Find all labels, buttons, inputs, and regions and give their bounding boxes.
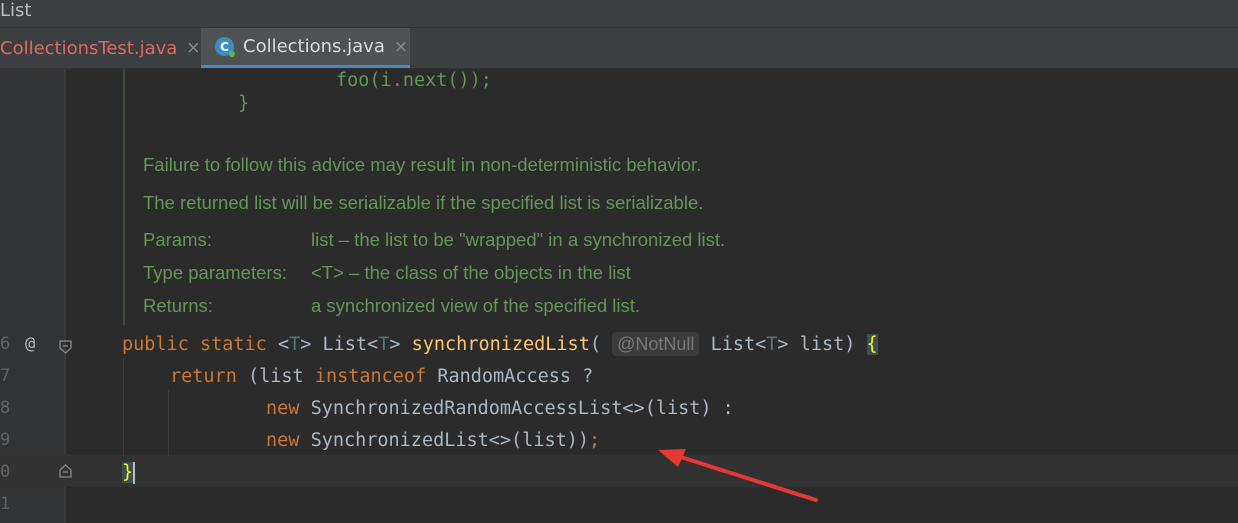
- close-brace: }: [122, 462, 134, 483]
- close-icon[interactable]: ×: [186, 38, 200, 58]
- fold-end-icon[interactable]: [58, 463, 74, 479]
- java-class-icon: C: [215, 37, 235, 57]
- line-number: 8: [0, 398, 11, 418]
- doc-paragraph: Failure to follow this advice may result…: [143, 154, 702, 175]
- line-number: 1: [0, 494, 11, 514]
- line-number: 7: [0, 366, 11, 386]
- editor-tab-bar: CollectionsTest.java × C Collections.jav…: [0, 28, 1238, 69]
- notnull-inlay-hint: @NotNull: [612, 332, 700, 356]
- line-number: 0: [0, 462, 11, 482]
- fold-icon[interactable]: [58, 339, 74, 355]
- window-title: List: [0, 0, 32, 21]
- doc-params-value: list – the list to be "wrapped" in a syn…: [311, 229, 726, 250]
- override-marker-icon[interactable]: @: [25, 328, 35, 360]
- tab-label: CollectionsTest.java: [0, 37, 178, 59]
- doc-paragraph: The returned list will be serializable i…: [143, 192, 704, 213]
- indent-guide: [123, 358, 124, 456]
- doc-params-label: Params:: [143, 229, 212, 250]
- tab-collections-test[interactable]: CollectionsTest.java ×: [0, 28, 201, 68]
- doc-returns-label: Returns:: [143, 295, 213, 316]
- code-line-9: new SynchronizedList<>(list));: [266, 430, 601, 451]
- text-caret: [133, 462, 136, 484]
- doc-code-line: foo(i.next());: [336, 70, 492, 91]
- doc-code-line: }: [238, 93, 250, 114]
- code-line-8: new SynchronizedRandomAccessList<>(list)…: [266, 398, 734, 419]
- doc-returns-value: a synchronized view of the specified lis…: [311, 295, 641, 316]
- return-line: return (list instanceof RandomAccess ?: [170, 366, 594, 387]
- current-line-highlight: [0, 455, 1238, 487]
- line-number: 9: [0, 430, 11, 450]
- line-number: 6: [0, 334, 11, 354]
- method-declaration: public static <T> List<T> synchronizedLi…: [122, 332, 878, 356]
- doc-type-params-value: <T> – the class of the objects in the li…: [311, 262, 631, 283]
- close-brace-line: }: [122, 457, 136, 489]
- annotation-arrow: [658, 449, 818, 502]
- open-brace: {: [866, 334, 878, 355]
- method-name: synchronizedList: [411, 334, 590, 355]
- title-bar: List: [0, 0, 1238, 28]
- indent-guide: [168, 390, 169, 456]
- tab-collections[interactable]: C Collections.java ×: [201, 28, 410, 68]
- close-icon[interactable]: ×: [394, 37, 408, 57]
- tab-label: Collections.java: [243, 36, 385, 57]
- doc-rendered-rule: [123, 69, 125, 325]
- doc-type-params-label: Type parameters:: [143, 262, 287, 283]
